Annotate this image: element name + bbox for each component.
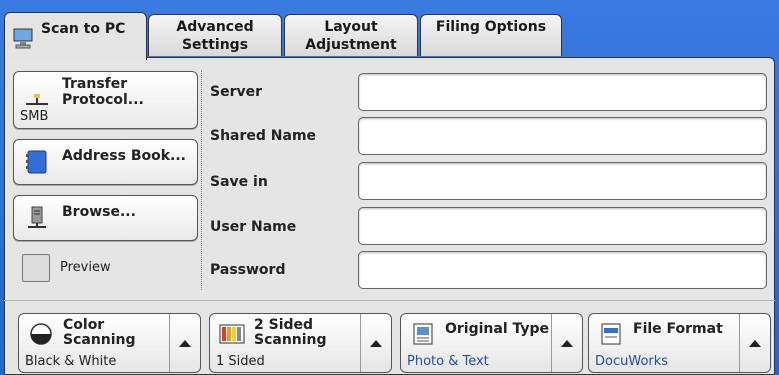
- address-book-label: Address Book...: [62, 148, 186, 164]
- browse-label: Browse...: [62, 204, 136, 220]
- server-icon: [28, 206, 46, 228]
- address-book-button[interactable]: Address Book...: [13, 139, 198, 185]
- server-field[interactable]: [358, 73, 767, 111]
- transfer-protocol-label: Transfer Protocol...: [62, 76, 144, 108]
- shared-name-label: Shared Name: [210, 128, 317, 144]
- label-line2: Scanning: [254, 332, 327, 348]
- file-format-button[interactable]: File Format DocuWorks: [588, 313, 771, 373]
- shared-name-field[interactable]: [358, 117, 767, 155]
- preview-label: Preview: [60, 260, 111, 275]
- browse-button[interactable]: Browse...: [13, 195, 198, 241]
- label-line1: Transfer: [62, 76, 128, 92]
- horizontal-divider: [4, 300, 775, 301]
- server-label: Server: [210, 84, 263, 100]
- transfer-protocol-value: SMB: [20, 109, 49, 124]
- file-format-label: File Format: [633, 321, 723, 337]
- color-scanning-button[interactable]: Color Scanning Black & White: [18, 313, 201, 373]
- sided-icon: [219, 324, 245, 344]
- preview-checkbox[interactable]: [22, 254, 50, 282]
- two-sided-label: 2 Sided Scanning: [254, 318, 327, 348]
- user-name-label: User Name: [210, 219, 297, 235]
- label-line2: Scanning: [63, 332, 136, 348]
- save-in-label: Save in: [210, 174, 268, 190]
- save-in-field[interactable]: [358, 162, 767, 200]
- original-type-icon: [413, 323, 433, 345]
- original-type-button[interactable]: Original Type Photo & Text: [400, 313, 583, 373]
- label-line1: 2 Sided: [254, 317, 314, 333]
- vertical-divider: [201, 70, 202, 290]
- original-type-label: Original Type: [445, 321, 550, 337]
- label-line1: Color: [63, 317, 105, 333]
- up-arrow-icon[interactable]: [169, 314, 200, 372]
- color-scanning-label: Color Scanning: [63, 318, 136, 348]
- up-arrow-icon[interactable]: [551, 314, 582, 372]
- address-book-icon: [26, 150, 47, 174]
- user-name-field[interactable]: [358, 207, 767, 245]
- two-sided-value: 1 Sided: [216, 354, 265, 369]
- password-field[interactable]: [358, 251, 767, 289]
- up-arrow-icon[interactable]: [739, 314, 770, 372]
- file-format-value: DocuWorks: [595, 354, 669, 369]
- color-scanning-value: Black & White: [25, 354, 117, 369]
- scan-to-pc-screen: Scan to PC Advanced Settings Layout Adju…: [0, 0, 779, 375]
- label-line2: Protocol...: [62, 92, 144, 108]
- transfer-protocol-button[interactable]: Transfer Protocol... SMB: [13, 71, 198, 129]
- color-icon: [30, 323, 52, 345]
- original-type-value: Photo & Text: [407, 354, 489, 369]
- password-label: Password: [210, 262, 286, 278]
- two-sided-scanning-button[interactable]: 2 Sided Scanning 1 Sided: [209, 313, 392, 373]
- up-arrow-icon[interactable]: [360, 314, 391, 372]
- file-format-icon: [601, 323, 621, 345]
